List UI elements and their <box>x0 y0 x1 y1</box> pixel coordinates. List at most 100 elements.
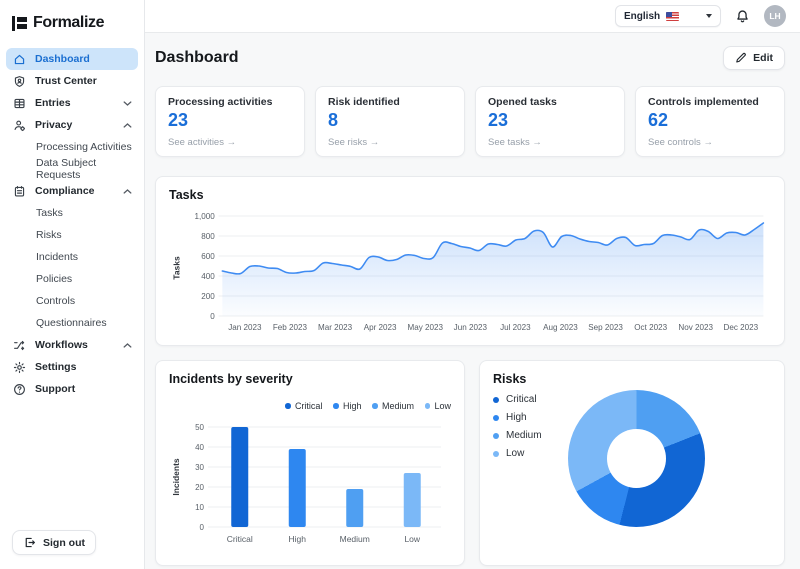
svg-text:20: 20 <box>195 483 204 492</box>
sidebar-item-privacy[interactable]: Privacy <box>6 114 138 136</box>
see-activities-link[interactable]: See activities → <box>168 137 292 148</box>
avatar[interactable]: LH <box>764 5 786 27</box>
sidebar-subitem-label: Tasks <box>36 207 63 219</box>
legend-item-critical[interactable]: Critical <box>285 401 322 411</box>
svg-text:400: 400 <box>201 271 215 281</box>
legend-dot <box>285 403 291 409</box>
legend-label: Medium <box>382 401 414 411</box>
stat-label: Opened tasks <box>488 96 612 108</box>
sidebar-item-label: Dashboard <box>35 53 90 65</box>
svg-text:Jun 2023: Jun 2023 <box>454 322 488 332</box>
stat-value: 23 <box>168 110 292 131</box>
legend-label: Critical <box>295 401 323 411</box>
stat-label: Risk identified <box>328 96 452 108</box>
see-risks-link[interactable]: See risks → <box>328 137 452 148</box>
sidebar-item-processing-activities[interactable]: Processing Activities <box>6 136 138 158</box>
incidents-chart-card: Incidents by severity CriticalHighMedium… <box>155 360 465 566</box>
sidebar-item-dashboard[interactable]: Dashboard <box>6 48 138 70</box>
svg-text:10: 10 <box>195 503 204 512</box>
tasks-chart-card: Tasks 02004006008001,000TasksJan 2023Feb… <box>155 176 785 346</box>
sidebar-subitem-label: Questionnaires <box>36 317 107 329</box>
sidebar-item-data-subject-requests[interactable]: Data Subject Requests <box>6 158 138 180</box>
sidebar-item-risks[interactable]: Risks <box>6 224 138 246</box>
sidebar-item-tasks[interactable]: Tasks <box>6 202 138 224</box>
sidebar-item-label: Privacy <box>35 119 72 131</box>
svg-text:Aug 2023: Aug 2023 <box>543 322 578 332</box>
sidebar-item-label: Entries <box>35 97 71 109</box>
tasks-line-chart: 02004006008001,000TasksJan 2023Feb 2023M… <box>169 202 771 334</box>
risks-chart-card: Risks CriticalHighMediumLow <box>479 360 785 566</box>
pencil-icon <box>735 52 747 64</box>
sidebar-item-label: Support <box>35 383 75 395</box>
svg-text:Tasks: Tasks <box>172 256 182 280</box>
edit-button-label: Edit <box>753 52 773 64</box>
see-controls-link[interactable]: See controls → <box>648 137 772 148</box>
page-title: Dashboard <box>155 49 239 67</box>
language-select[interactable]: English <box>615 5 721 27</box>
chevron-up-icon <box>123 119 132 131</box>
brand-name: Formalize <box>33 14 104 32</box>
svg-text:Feb 2023: Feb 2023 <box>273 322 308 332</box>
svg-text:High: High <box>289 534 307 544</box>
svg-text:1,000: 1,000 <box>194 211 215 221</box>
see-tasks-link[interactable]: See tasks → <box>488 137 612 148</box>
legend-dot <box>425 403 431 409</box>
logout-icon <box>23 536 36 549</box>
sidebar-item-support[interactable]: Support <box>6 378 138 400</box>
legend-dot <box>493 433 499 439</box>
legend-label: Medium <box>506 430 542 441</box>
sidebar-subitem-label: Data Subject Requests <box>36 157 132 181</box>
home-icon <box>12 52 27 67</box>
svg-text:600: 600 <box>201 251 215 261</box>
stat-card-controls-implemented: Controls implemented 62 See controls → <box>635 86 785 157</box>
svg-text:Dec 2023: Dec 2023 <box>724 322 759 332</box>
table-icon <box>12 96 27 111</box>
tasks-chart-title: Tasks <box>169 188 771 202</box>
chevron-down-icon <box>123 97 132 109</box>
risks-donut-chart <box>568 390 705 527</box>
sidebar-item-workflows[interactable]: Workflows <box>6 334 138 356</box>
svg-text:30: 30 <box>195 463 204 472</box>
sidebar-item-compliance[interactable]: Compliance <box>6 180 138 202</box>
stat-card-opened-tasks: Opened tasks 23 See tasks → <box>475 86 625 157</box>
sidebar-item-label: Compliance <box>35 185 95 197</box>
edit-button[interactable]: Edit <box>723 46 785 70</box>
sign-out-button[interactable]: Sign out <box>12 530 96 555</box>
svg-text:50: 50 <box>195 423 204 432</box>
sidebar-item-controls[interactable]: Controls <box>6 290 138 312</box>
legend-dot <box>372 403 378 409</box>
svg-text:Sep 2023: Sep 2023 <box>588 322 623 332</box>
brand-logo: Formalize <box>0 0 144 48</box>
legend-label: Low <box>506 448 524 459</box>
sidebar-item-incidents[interactable]: Incidents <box>6 246 138 268</box>
legend-dot <box>333 403 339 409</box>
sidebar-item-policies[interactable]: Policies <box>6 268 138 290</box>
sign-out-label: Sign out <box>43 537 85 549</box>
legend-item-medium[interactable]: Medium <box>372 401 414 411</box>
stat-label: Controls implemented <box>648 96 772 108</box>
sidebar-subitem-label: Risks <box>36 229 62 241</box>
stat-value: 62 <box>648 110 772 131</box>
svg-text:0: 0 <box>200 523 205 532</box>
svg-text:Nov 2023: Nov 2023 <box>678 322 713 332</box>
sidebar-item-entries[interactable]: Entries <box>6 92 138 114</box>
content: Dashboard Edit Processing activities 23 … <box>145 33 800 569</box>
svg-text:40: 40 <box>195 443 204 452</box>
stat-value: 8 <box>328 110 452 131</box>
stat-value: 23 <box>488 110 612 131</box>
user-gear-icon <box>12 118 27 133</box>
svg-text:Incidents: Incidents <box>171 458 181 496</box>
sidebar-item-settings[interactable]: Settings <box>6 356 138 378</box>
help-icon <box>12 382 27 397</box>
bell-icon[interactable] <box>735 9 750 24</box>
sidebar-item-questionnaires[interactable]: Questionnaires <box>6 312 138 334</box>
legend-item-low[interactable]: Low <box>425 401 451 411</box>
legend-item-high[interactable]: High <box>333 401 361 411</box>
svg-text:Low: Low <box>404 534 420 544</box>
workflow-icon <box>12 338 27 353</box>
sidebar-item-trust-center[interactable]: Trust Center <box>6 70 138 92</box>
sidebar-subitem-label: Controls <box>36 295 75 307</box>
svg-text:Mar 2023: Mar 2023 <box>318 322 353 332</box>
legend-dot <box>493 451 499 457</box>
legend-label: Critical <box>506 394 537 405</box>
